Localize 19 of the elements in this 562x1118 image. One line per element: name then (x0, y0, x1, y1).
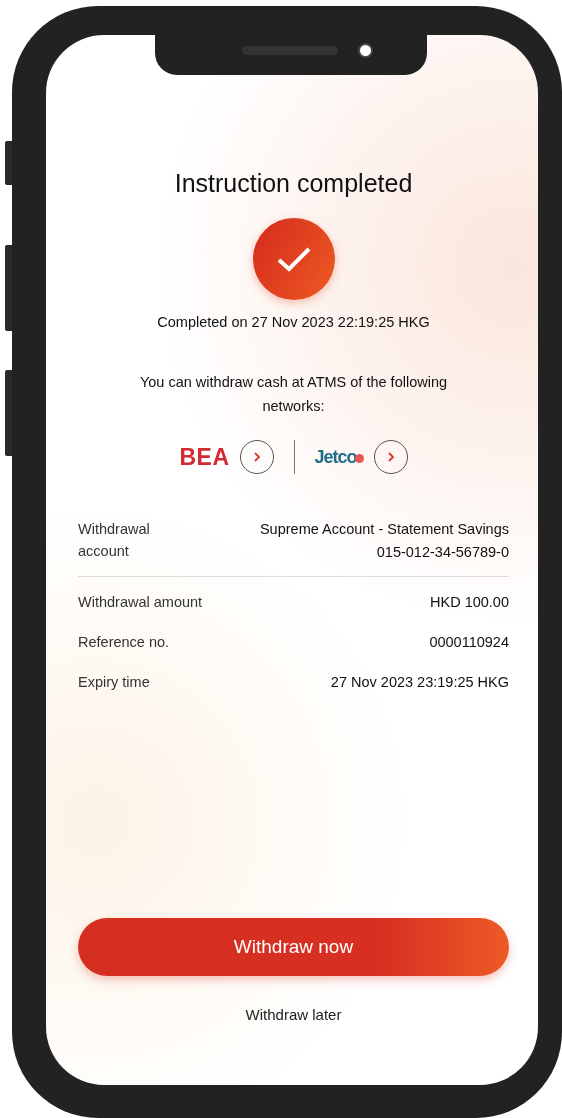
network-logo: Jetco (314, 446, 364, 468)
success-icon (252, 218, 335, 300)
chevron-right-icon (386, 451, 395, 463)
detail-value: Supreme Account - Statement Savings (259, 520, 509, 539)
network-logo: BEA (179, 443, 230, 471)
completion-time: Completed on 27 Nov 2023 22:19:25 HKG (156, 314, 431, 330)
detail-label: Withdrawal amount (78, 593, 204, 612)
detail-value: 0000110924 (429, 633, 509, 652)
detail-label: Expiry time (78, 673, 151, 692)
networks-note: You can withdraw cash at ATMS of the following networks: (138, 373, 449, 416)
detail-label: Reference no. (78, 633, 171, 652)
page-title: Instruction completed (173, 168, 414, 198)
detail-value: 015-012-34-56789-0 (376, 543, 509, 562)
detail-value: HKD 100.00 (430, 593, 509, 612)
chevron-right-icon (252, 451, 261, 463)
detail-label: Withdrawal account (78, 520, 151, 561)
detail-value: 27 Nov 2023 23:19:25 HKG (330, 673, 509, 692)
withdraw-later-link[interactable]: Withdraw later (241, 1004, 346, 1025)
withdraw-now-button[interactable]: Withdraw now (78, 918, 509, 976)
